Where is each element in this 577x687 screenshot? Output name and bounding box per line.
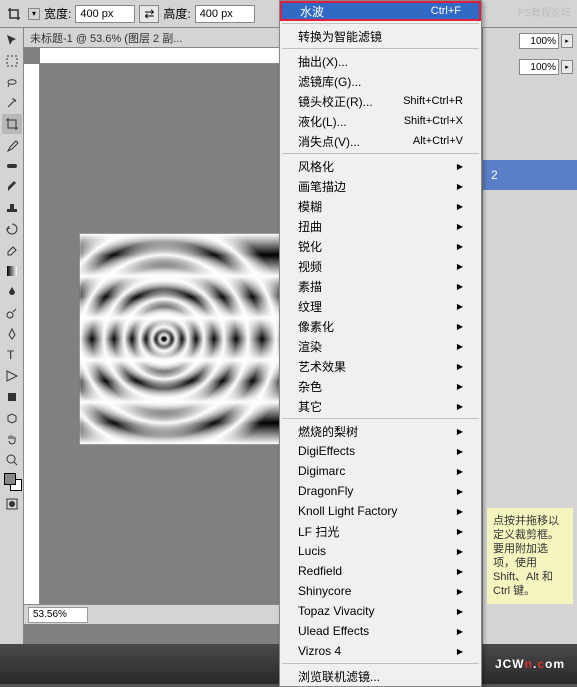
zoom-tool-icon[interactable]	[2, 450, 22, 470]
menu-separator	[282, 663, 479, 664]
menu-item-submenu[interactable]: Topaz Vivacity▶	[280, 601, 481, 621]
document-title: 未标题-1 @ 53.6% (图层 2 副...	[30, 30, 182, 46]
menu-item-submenu[interactable]: Ulead Effects▶	[280, 621, 481, 641]
shape-tool-icon[interactable]	[2, 387, 22, 407]
fill-input[interactable]	[519, 59, 559, 75]
menu-item-submenu[interactable]: Lucis▶	[280, 541, 481, 561]
zoom-input[interactable]	[28, 607, 88, 623]
lasso-tool-icon[interactable]	[2, 72, 22, 92]
menu-item-submenu[interactable]: 杂色▶	[280, 376, 481, 396]
menu-item[interactable]: 镜头校正(R)...Shift+Ctrl+R	[280, 91, 481, 111]
stamp-tool-icon[interactable]	[2, 198, 22, 218]
crop-tool-icon	[4, 4, 24, 24]
canvas-image	[80, 234, 290, 444]
menu-item-last-filter[interactable]: 水波Ctrl+F	[280, 1, 481, 21]
menu-item-submenu[interactable]: 视频▶	[280, 256, 481, 276]
ripple-effect	[80, 234, 290, 444]
opacity-input[interactable]	[519, 33, 559, 49]
width-label: 宽度:	[44, 5, 71, 22]
color-swatch[interactable]	[4, 473, 22, 491]
marquee-tool-icon[interactable]	[2, 51, 22, 71]
brush-tool-icon[interactable]	[2, 177, 22, 197]
dropdown-icon[interactable]: ▸	[561, 60, 573, 74]
filter-menu: 水波Ctrl+F 转换为智能滤镜 抽出(X)...滤镜库(G)...镜头校正(R…	[279, 0, 482, 687]
pen-tool-icon[interactable]	[2, 324, 22, 344]
quickmask-icon[interactable]	[2, 494, 22, 514]
menu-item-submenu[interactable]: Shinycore▶	[280, 581, 481, 601]
dodge-tool-icon[interactable]	[2, 303, 22, 323]
menu-item-submenu[interactable]: DragonFly▶	[280, 481, 481, 501]
svg-text:T: T	[7, 348, 15, 362]
menu-item-submenu[interactable]: 模糊▶	[280, 196, 481, 216]
layer-row-selected[interactable]: 2	[483, 160, 577, 190]
path-tool-icon[interactable]	[2, 366, 22, 386]
vertical-ruler	[24, 64, 40, 604]
width-input[interactable]	[75, 5, 135, 23]
hand-tool-icon[interactable]	[2, 429, 22, 449]
menu-item-submenu[interactable]: Knoll Light Factory▶	[280, 501, 481, 521]
menu-item-submenu[interactable]: 扭曲▶	[280, 216, 481, 236]
right-panel: ▸ ▸ 2 点按并拖移以定义裁剪框。要用附加选项，使用 Shift、Alt 和 …	[482, 28, 577, 644]
tool-preset-dropdown[interactable]: ▾	[28, 8, 40, 20]
menu-item-submenu[interactable]: Digimarc▶	[280, 461, 481, 481]
menu-item-submenu[interactable]: LF 扫光▶	[280, 521, 481, 541]
menu-item-submenu[interactable]: 锐化▶	[280, 236, 481, 256]
wand-tool-icon[interactable]	[2, 93, 22, 113]
menu-item-submenu[interactable]: 素描▶	[280, 276, 481, 296]
menu-item-submenu[interactable]: 像素化▶	[280, 316, 481, 336]
blur-tool-icon[interactable]	[2, 282, 22, 302]
menu-item-submenu[interactable]: 风格化▶	[280, 156, 481, 176]
menu-separator	[282, 418, 479, 419]
menu-item-browse-online[interactable]: 浏览联机滤镜...	[280, 666, 481, 686]
type-tool-icon[interactable]: T	[2, 345, 22, 365]
menu-item-submenu[interactable]: 燃烧的梨树▶	[280, 421, 481, 441]
menu-separator	[282, 153, 479, 154]
menu-item-convert-smart[interactable]: 转换为智能滤镜	[280, 26, 481, 46]
eyedropper-tool-icon[interactable]	[2, 135, 22, 155]
swap-dimensions-button[interactable]: ⇄	[139, 5, 159, 23]
history-brush-icon[interactable]	[2, 219, 22, 239]
crop-tool-icon[interactable]	[2, 114, 22, 134]
move-tool-icon[interactable]	[2, 30, 22, 50]
menu-item-submenu[interactable]: DigiEffects▶	[280, 441, 481, 461]
height-input[interactable]	[195, 5, 255, 23]
menu-item[interactable]: 消失点(V)...Alt+Ctrl+V	[280, 131, 481, 151]
menu-item-submenu[interactable]: 渲染▶	[280, 336, 481, 356]
menu-item[interactable]: 滤镜库(G)...	[280, 71, 481, 91]
menu-item-submenu[interactable]: 画笔描边▶	[280, 176, 481, 196]
hint-text: 点按并拖移以定义裁剪框。要用附加选项，使用 Shift、Alt 和 Ctrl 键…	[487, 508, 573, 604]
menu-item-submenu[interactable]: 艺术效果▶	[280, 356, 481, 376]
menu-item-submenu[interactable]: 其它▶	[280, 396, 481, 416]
menu-separator	[282, 48, 479, 49]
3d-tool-icon[interactable]	[2, 408, 22, 428]
menu-item[interactable]: 液化(L)...Shift+Ctrl+X	[280, 111, 481, 131]
watermark-text: PS教程论坛	[518, 4, 571, 19]
eraser-tool-icon[interactable]	[2, 240, 22, 260]
height-label: 高度:	[163, 5, 190, 22]
gradient-tool-icon[interactable]	[2, 261, 22, 281]
toolbox-primary: T	[0, 28, 24, 644]
menu-item[interactable]: 抽出(X)...	[280, 51, 481, 71]
dropdown-icon[interactable]: ▸	[561, 34, 573, 48]
healing-tool-icon[interactable]	[2, 156, 22, 176]
menu-item-submenu[interactable]: Redfield▶	[280, 561, 481, 581]
menu-separator	[282, 23, 479, 24]
menu-item-submenu[interactable]: 纹理▶	[280, 296, 481, 316]
menu-item-submenu[interactable]: Vizros 4▶	[280, 641, 481, 661]
